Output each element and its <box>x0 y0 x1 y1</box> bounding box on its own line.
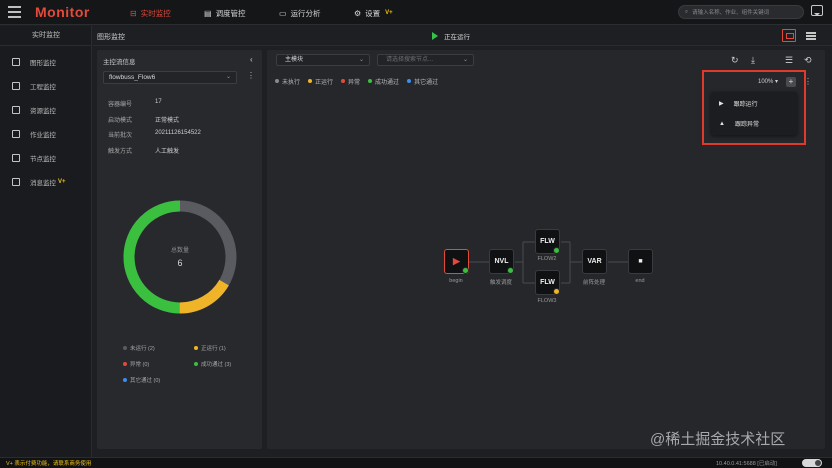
field-trigger-mode: 触发方式 人工触发 <box>108 149 180 155</box>
donut-label: 总数量 <box>171 246 189 254</box>
graph-monitor-icon <box>12 58 20 66</box>
vplus-badge: V+ <box>385 10 393 16</box>
project-icon <box>12 82 20 90</box>
nav-realtime-monitor[interactable]: ⊟ 实时监控 <box>130 7 171 19</box>
more-icon[interactable]: ⋮ <box>247 71 255 80</box>
trace-dropdown-menu: ▶ 跟踪运行 ▲ 跟踪异常 <box>711 92 797 135</box>
node-label: 前阵处理 <box>582 280 605 286</box>
menu-item-trace-run[interactable]: ▶ 跟踪运行 <box>719 99 758 108</box>
message-icon[interactable] <box>811 5 823 16</box>
play-icon <box>432 32 438 40</box>
status-dot-success <box>462 267 469 274</box>
node-label: begin <box>449 278 463 284</box>
sidebar-item-project-monitor[interactable]: 工程监控 <box>12 80 56 92</box>
sidebar-item-graph-monitor[interactable]: 图形监控 <box>12 56 56 68</box>
field-container-id: 容器编号 17 <box>108 99 162 108</box>
message-icon <box>12 178 20 186</box>
schedule-icon: ▤ <box>204 8 212 18</box>
search-icon: ⌕ <box>685 8 689 15</box>
page-title: 图形监控 <box>97 34 125 41</box>
status-dot-running <box>553 288 560 295</box>
stop-icon: ■ <box>638 258 643 265</box>
sidebar-item-resource-monitor[interactable]: 资源监控 <box>12 104 56 116</box>
analysis-icon: ▭ <box>279 8 287 18</box>
list-view-icon[interactable] <box>806 32 816 40</box>
monitor-view-button[interactable] <box>782 29 796 42</box>
node-tree-icon <box>12 154 20 162</box>
nav-run-analysis[interactable]: ▭ 运行分析 <box>279 7 321 19</box>
sidebar-item-job-monitor[interactable]: 作业监控 <box>12 128 56 140</box>
legend-success: 成功通过 (3) <box>194 360 231 368</box>
watermark: @稀土掘金技术社区 <box>650 431 786 448</box>
legend-running: 正运行 (1) <box>194 344 226 352</box>
theme-toggle[interactable] <box>802 459 822 467</box>
job-list-icon <box>12 130 20 138</box>
collapse-chevron-icon[interactable]: ‹ <box>250 55 253 64</box>
gear-icon: ⚙ <box>354 8 362 18</box>
vplus-notice: V+ 表示付费功能，请联系商务使用 <box>6 461 92 467</box>
flow-select[interactable]: flowbuss_Flow6 ⌄ <box>103 71 237 84</box>
play-icon: ▶ <box>719 101 724 107</box>
nav-settings[interactable]: ⚙ 设置 V+ <box>354 7 393 19</box>
status-dot-success <box>507 267 514 274</box>
panel-title: 主控流信息 <box>103 59 136 66</box>
hamburger-menu-icon[interactable] <box>8 6 21 18</box>
nav-schedule-control[interactable]: ▤ 调度管控 <box>204 7 246 19</box>
node-label: 触发调度 <box>489 280 512 286</box>
vplus-badge: V+ <box>58 179 66 185</box>
status-donut-chart: 总数量 6 <box>123 200 237 314</box>
status-bar <box>0 457 832 468</box>
play-icon: ▶ <box>453 256 460 266</box>
server-status: 10.40.0.41:5688 [已启动] <box>716 461 777 467</box>
sidebar-item-message-monitor[interactable]: 消息监控 V+ <box>12 176 66 188</box>
field-start-mode: 启动模式 正常模式 <box>108 118 180 124</box>
menu-item-trace-error[interactable]: ▲ 跟踪异常 <box>719 119 759 129</box>
warning-icon: ▲ <box>719 120 725 127</box>
node-label: end <box>635 278 645 284</box>
chevron-down-icon: ⌄ <box>225 74 231 80</box>
run-status: 正在运行 <box>432 31 470 41</box>
field-current-batch: 当前批次 20211126154522 <box>108 130 201 139</box>
search-input[interactable]: ⌕ 请输入名称、作业、组件关键词 <box>678 5 804 19</box>
node-label: FLOW3 <box>537 298 557 304</box>
flow-info-panel: 主控流信息 ‹ flowbuss_Flow6 ⌄ ⋮ 容器编号 17 启动模式 正常… <box>97 50 262 449</box>
sidebar-title: 实时监控 <box>0 26 92 46</box>
resource-icon <box>12 106 20 114</box>
flow-node-var[interactable]: VAR <box>582 249 607 274</box>
legend-error: 异常 (0) <box>123 360 149 368</box>
flow-node-end[interactable]: ■ <box>628 249 653 274</box>
status-dot-success <box>553 247 560 254</box>
app-logo: Monitor <box>35 4 90 20</box>
monitor-icon: ⊟ <box>130 8 137 18</box>
legend-idle: 未运行 (2) <box>123 344 155 352</box>
node-label: FLOW2 <box>537 256 557 262</box>
donut-value: 6 <box>177 258 182 268</box>
legend-other: 其它通过 (0) <box>123 376 160 384</box>
sidebar: 实时监控 图形监控 工程监控 资源监控 作业监控 节点监控 消息监控 V+ <box>0 26 92 457</box>
sidebar-item-node-monitor[interactable]: 节点监控 <box>12 152 56 164</box>
